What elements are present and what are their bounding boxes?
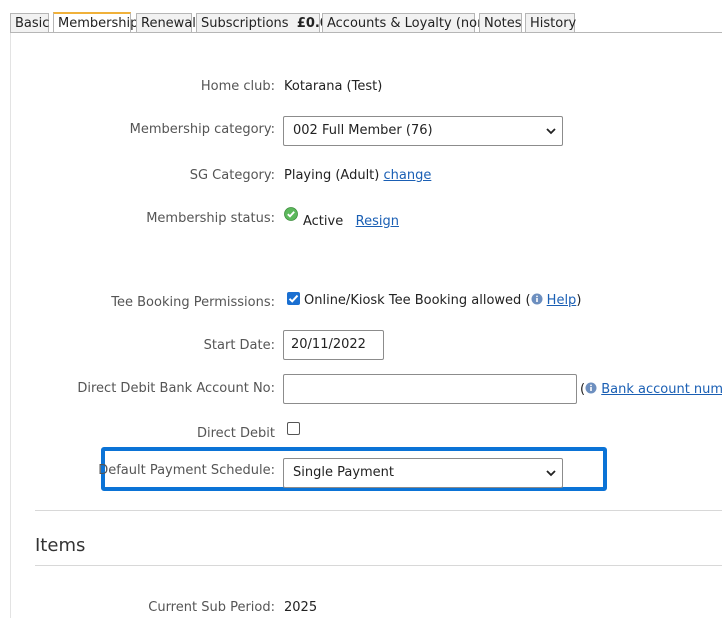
membership-status-value: Active — [303, 214, 344, 229]
tee-booking-checkbox[interactable] — [287, 292, 300, 305]
checkmark-icon — [288, 294, 299, 303]
sg-category-label: SG Category: — [189, 168, 275, 183]
tab-history-label: History — [530, 16, 577, 31]
tab-membership-label: Membership — [58, 16, 139, 31]
tab-notes-label: Notes — [484, 16, 522, 31]
direct-debit-label: Direct Debit — [196, 426, 275, 441]
membership-status-row: Active Resign — [303, 214, 399, 229]
payment-schedule-label: Default Payment Schedule: — [98, 463, 275, 478]
current-sub-period-value: 2025 — [284, 600, 318, 615]
chevron-down-icon — [546, 128, 556, 135]
tee-booking-row: Online/Kiosk Tee Booking allowed ( Help) — [304, 293, 581, 308]
home-club-label: Home club: — [200, 79, 275, 94]
tee-booking-checkbox-label: Online/Kiosk Tee Booking allowed — [304, 293, 522, 308]
home-club-value: Kotarana (Test) — [284, 79, 383, 94]
section-divider — [35, 510, 722, 511]
bank-account-input[interactable] — [283, 374, 577, 404]
start-date-input[interactable]: 20/11/2022 — [283, 330, 384, 360]
chevron-down-icon — [546, 470, 556, 477]
check-circle-icon — [284, 207, 298, 221]
tab-membership[interactable]: Membership — [53, 12, 138, 33]
resign-link[interactable]: Resign — [356, 214, 399, 229]
info-icon — [585, 382, 597, 394]
tab-accounts-loyalty[interactable]: Accounts & Loyalty (none) — [322, 13, 498, 32]
current-sub-period-label: Current Sub Period: — [148, 600, 275, 615]
payment-schedule-value: Single Payment — [293, 465, 395, 480]
tab-accounts-loyalty-label: Accounts & Loyalty (none) — [327, 16, 499, 31]
start-date-label: Start Date: — [203, 338, 275, 353]
tab-basic-label: Basic — [15, 16, 50, 31]
info-icon — [531, 293, 543, 305]
tab-history[interactable]: History — [525, 13, 577, 32]
payment-schedule-select[interactable]: Single Payment — [283, 458, 563, 488]
membership-category-label: Membership category: — [129, 122, 275, 137]
membership-category-select[interactable]: 002 Full Member (76) — [283, 116, 563, 146]
direct-debit-checkbox[interactable] — [287, 422, 300, 435]
bank-account-help: ( Bank account numbe — [580, 382, 722, 397]
tab-basic[interactable]: Basic — [10, 13, 49, 32]
tab-renewal-label: Renewal — [141, 16, 196, 31]
bank-account-label: Direct Debit Bank Account No: — [77, 381, 275, 396]
bank-account-help-link[interactable]: Bank account numbe — [601, 382, 722, 397]
start-date-value: 20/11/2022 — [291, 337, 366, 352]
membership-category-value: 002 Full Member (76) — [293, 123, 433, 138]
help-link[interactable]: Help — [547, 293, 577, 308]
sg-category-change-link[interactable]: change — [384, 168, 432, 183]
items-title: Items — [35, 535, 86, 556]
tab-renewal[interactable]: Renewal — [136, 13, 196, 32]
section-divider — [35, 565, 722, 566]
membership-status-label: Membership status: — [146, 211, 275, 226]
tab-subscriptions[interactable]: Subscriptions £0.00 — [196, 13, 338, 32]
tab-notes[interactable]: Notes — [479, 13, 522, 32]
tee-booking-label: Tee Booking Permissions: — [111, 295, 275, 310]
tab-subscriptions-label: Subscriptions — [201, 16, 289, 31]
panel-border — [10, 33, 11, 618]
tab-divider — [10, 32, 722, 33]
sg-category-row: Playing (Adult) change — [284, 168, 431, 183]
sg-category-value: Playing (Adult) — [284, 168, 380, 183]
tee-booking-paren-close: ) — [576, 293, 582, 308]
